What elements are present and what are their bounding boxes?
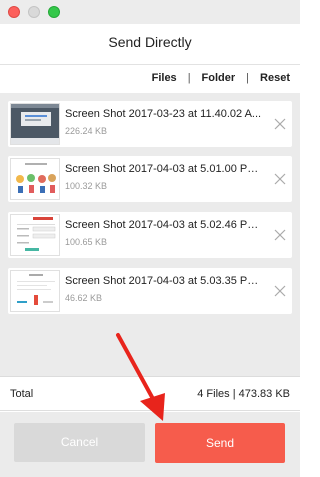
remove-file-button[interactable]	[274, 228, 286, 241]
add-files-button[interactable]: Files	[152, 72, 177, 84]
file-name: Screen Shot 2017-04-03 at 5.01.00 PM....	[65, 163, 265, 175]
close-icon	[274, 118, 286, 130]
file-card: Screen Shot 2017-03-23 at 11.40.02 A... …	[8, 101, 292, 147]
total-label: Total	[10, 388, 34, 400]
file-list: Screen Shot 2017-03-23 at 11.40.02 A... …	[0, 93, 300, 377]
separator: |	[187, 72, 191, 84]
file-card: Screen Shot 2017-04-03 at 5.02.46 PM....…	[8, 212, 292, 258]
remove-file-button[interactable]	[274, 172, 286, 185]
file-thumbnail	[10, 270, 60, 312]
reset-button[interactable]: Reset	[260, 72, 290, 84]
add-actions-bar: Files | Folder | Reset	[152, 72, 290, 84]
file-size: 100.65 KB	[65, 237, 108, 247]
file-thumbnail	[10, 103, 60, 145]
send-button[interactable]: Send	[155, 423, 285, 463]
add-folder-button[interactable]: Folder	[202, 72, 236, 84]
remove-file-button[interactable]	[274, 284, 286, 297]
zoom-window-button[interactable]	[48, 6, 60, 18]
file-thumbnail	[10, 214, 60, 256]
close-icon	[274, 285, 286, 297]
button-bar: Cancel Send	[0, 412, 300, 477]
remove-file-button[interactable]	[274, 117, 286, 130]
file-size: 46.62 KB	[65, 293, 103, 303]
file-card: Screen Shot 2017-04-03 at 5.03.35 PM....…	[8, 268, 292, 314]
close-icon	[274, 173, 286, 185]
window-titlebar	[0, 0, 300, 24]
close-window-button[interactable]	[8, 6, 20, 18]
separator: |	[246, 72, 250, 84]
cancel-button[interactable]: Cancel	[14, 423, 145, 462]
file-size: 100.32 KB	[65, 181, 108, 191]
file-name: Screen Shot 2017-03-23 at 11.40.02 A...	[65, 108, 262, 120]
file-thumbnail	[10, 158, 60, 200]
total-value: 4 Files | 473.83 KB	[197, 388, 290, 400]
header-divider	[0, 64, 300, 65]
file-name: Screen Shot 2017-04-03 at 5.02.46 PM....	[65, 219, 265, 231]
close-icon	[274, 229, 286, 241]
page-title: Send Directly	[108, 34, 192, 50]
file-card: Screen Shot 2017-04-03 at 5.01.00 PM....…	[8, 156, 292, 202]
total-summary: Total 4 Files | 473.83 KB	[0, 377, 300, 411]
file-size: 226.24 KB	[65, 126, 108, 136]
file-name: Screen Shot 2017-04-03 at 5.03.35 PM....	[65, 275, 265, 287]
minimize-window-button[interactable]	[28, 6, 40, 18]
